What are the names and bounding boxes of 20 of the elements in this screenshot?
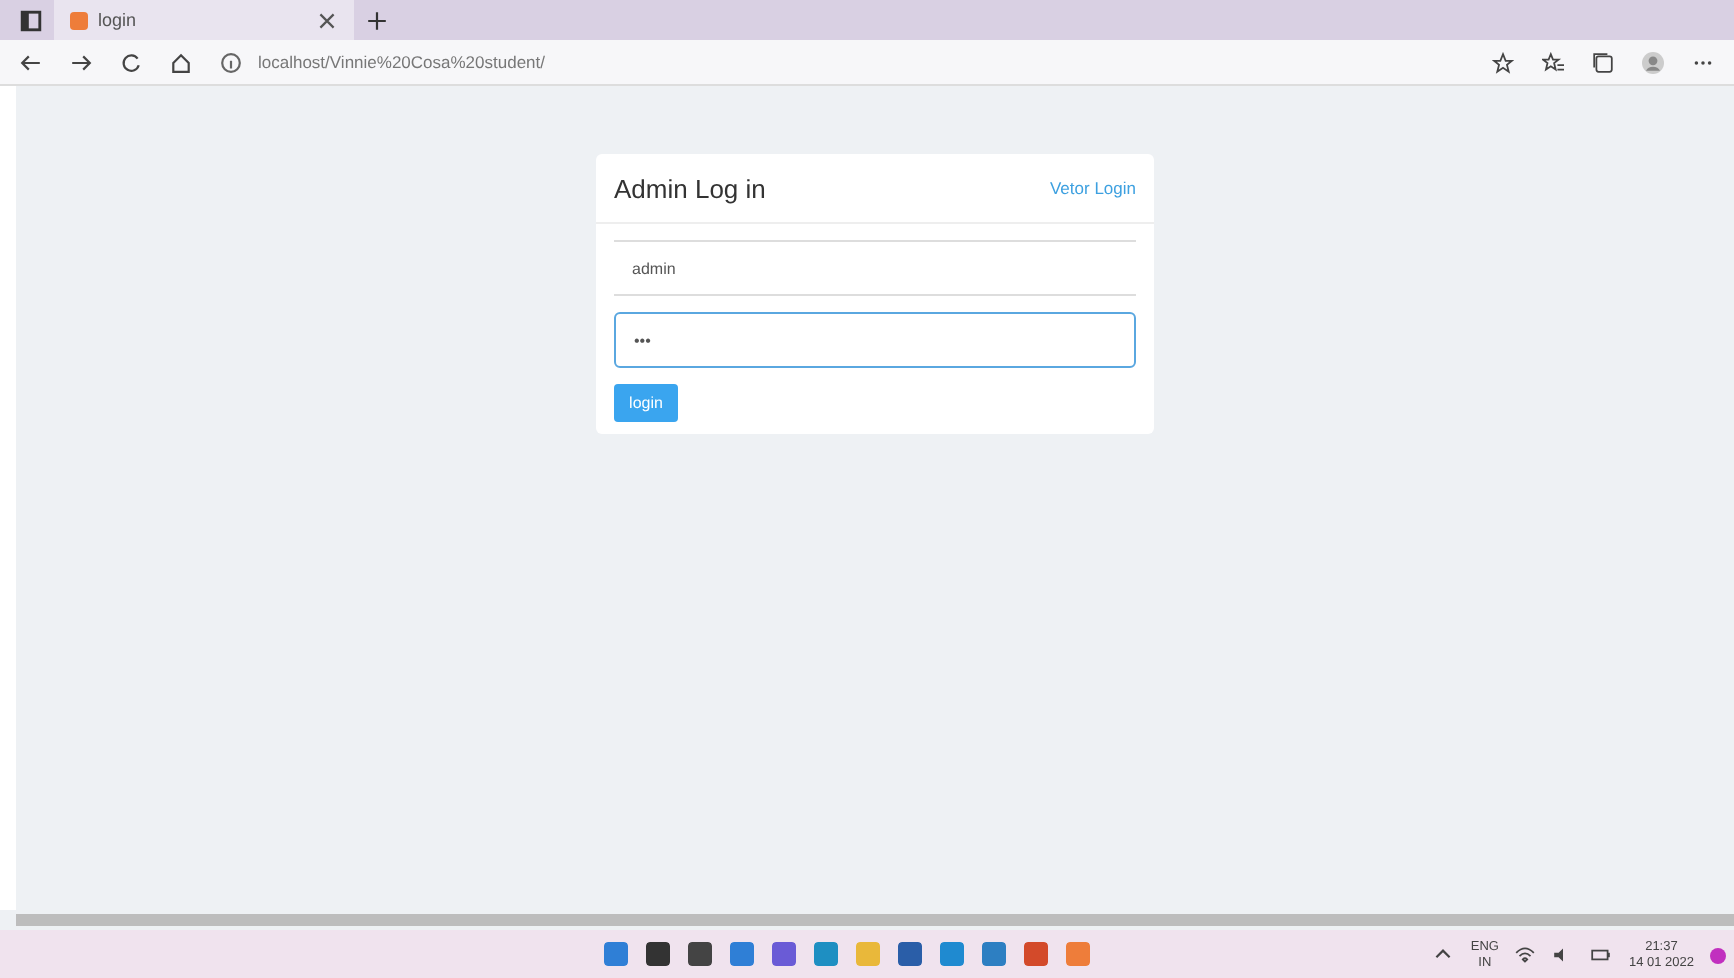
info-icon[interactable]	[220, 51, 242, 73]
address-field[interactable]: localhost/Vinnie%20Cosa%20student/	[258, 52, 545, 72]
refresh-icon[interactable]	[120, 51, 142, 73]
card-title: Admin Log in	[614, 173, 766, 203]
browser-tab[interactable]: login	[54, 0, 354, 40]
tab-list-icon[interactable]	[20, 9, 42, 31]
wifi-icon[interactable]	[1514, 944, 1537, 966]
notification-icon[interactable]	[1710, 947, 1726, 963]
new-tab-icon[interactable]	[366, 9, 388, 31]
input-field[interactable]: •••	[614, 312, 1136, 368]
close-icon[interactable]	[316, 9, 338, 31]
battery-icon[interactable]	[1590, 944, 1613, 966]
profile-avatar-icon[interactable]	[1642, 51, 1664, 73]
home-icon[interactable]	[170, 51, 192, 73]
collections-icon[interactable]	[1592, 51, 1614, 73]
favorites-icon[interactable]	[1542, 51, 1564, 73]
input-field[interactable]: admin	[614, 240, 1136, 296]
forward-icon[interactable]	[70, 51, 92, 73]
back-icon[interactable]	[20, 51, 42, 73]
favorite-star-icon[interactable]	[1492, 51, 1514, 73]
